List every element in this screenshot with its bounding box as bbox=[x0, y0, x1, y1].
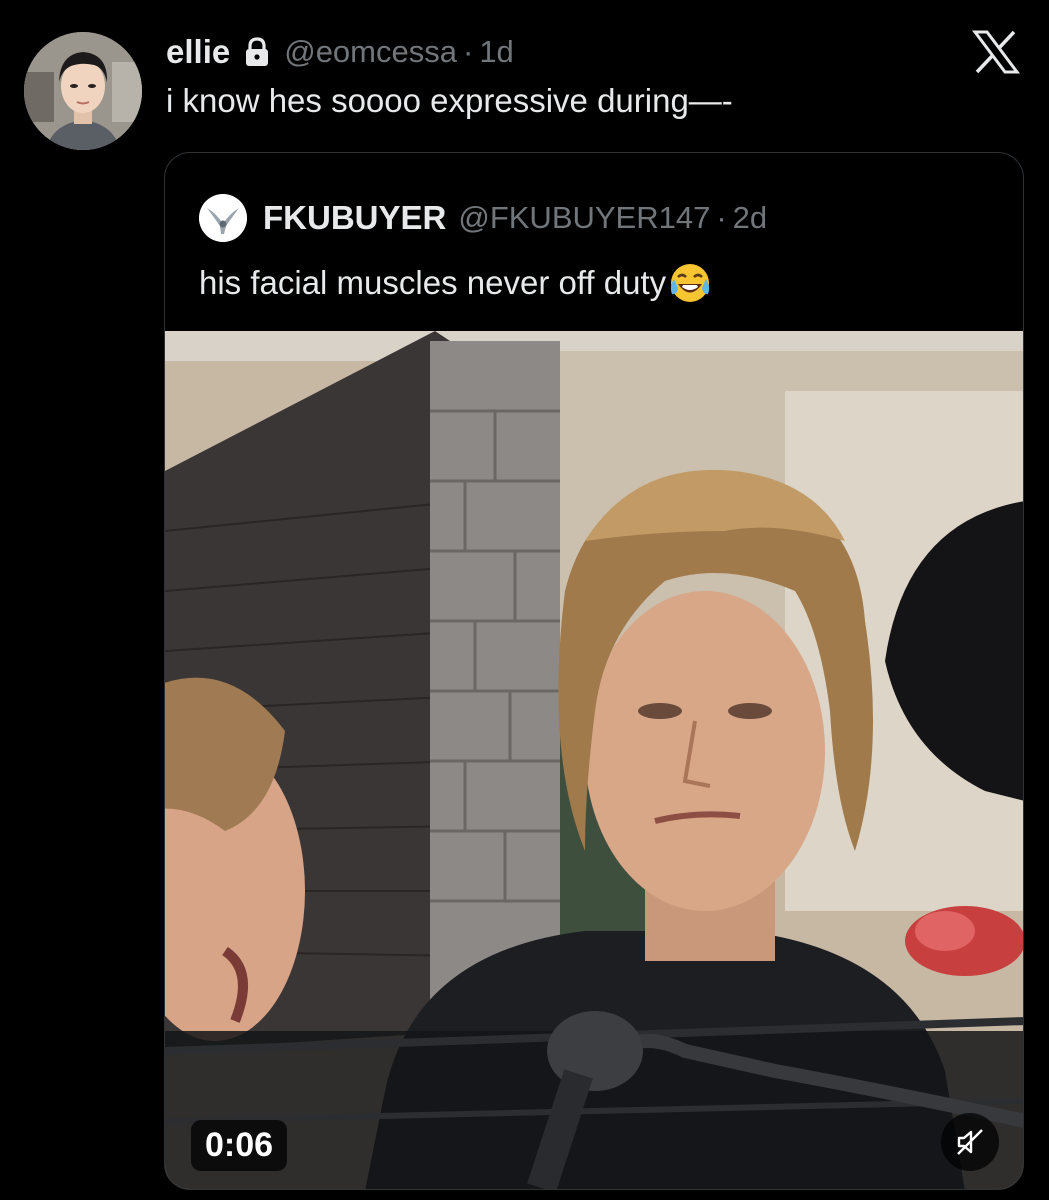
quote-time[interactable]: 2d bbox=[733, 200, 767, 236]
post-time[interactable]: 1d bbox=[479, 34, 513, 70]
video-timestamp: 0:06 bbox=[191, 1120, 288, 1171]
quote-header: FKUBUYER @FKUBUYER147 · 2d bbox=[199, 194, 767, 242]
quote-text: his facial muscles never off duty bbox=[199, 264, 667, 301]
separator-dot: · bbox=[716, 200, 727, 235]
tweet-header: ellie @eomcessa · 1d bbox=[166, 30, 514, 74]
avatar-photo bbox=[24, 32, 142, 150]
tweet-text: i know hes soooo expressive during—- bbox=[166, 82, 733, 119]
tears-of-joy-emoji-icon bbox=[668, 261, 712, 305]
tweet: ellie @eomcessa · 1d i know hes soooo ex… bbox=[0, 0, 1049, 1200]
video-frame bbox=[165, 331, 1023, 1189]
display-name[interactable]: ellie bbox=[166, 33, 230, 71]
x-logo-icon bbox=[972, 30, 1020, 74]
user-handle[interactable]: @eomcessa bbox=[284, 34, 457, 70]
quoted-tweet[interactable]: FKUBUYER @FKUBUYER147 · 2d his facial mu… bbox=[164, 152, 1024, 1190]
quote-avatar[interactable] bbox=[199, 194, 247, 242]
mute-button[interactable] bbox=[941, 1113, 999, 1171]
avatar[interactable] bbox=[24, 32, 142, 150]
quote-display-name[interactable]: FKUBUYER bbox=[263, 199, 446, 237]
speaker-muted-icon bbox=[957, 1129, 983, 1155]
separator-dot: · bbox=[462, 34, 474, 69]
quote-handle[interactable]: @FKUBUYER147 bbox=[458, 200, 710, 236]
lock-icon bbox=[244, 37, 270, 67]
video-player[interactable]: 0:06 bbox=[165, 331, 1023, 1189]
quote-text-row: his facial muscles never off duty bbox=[199, 261, 712, 305]
